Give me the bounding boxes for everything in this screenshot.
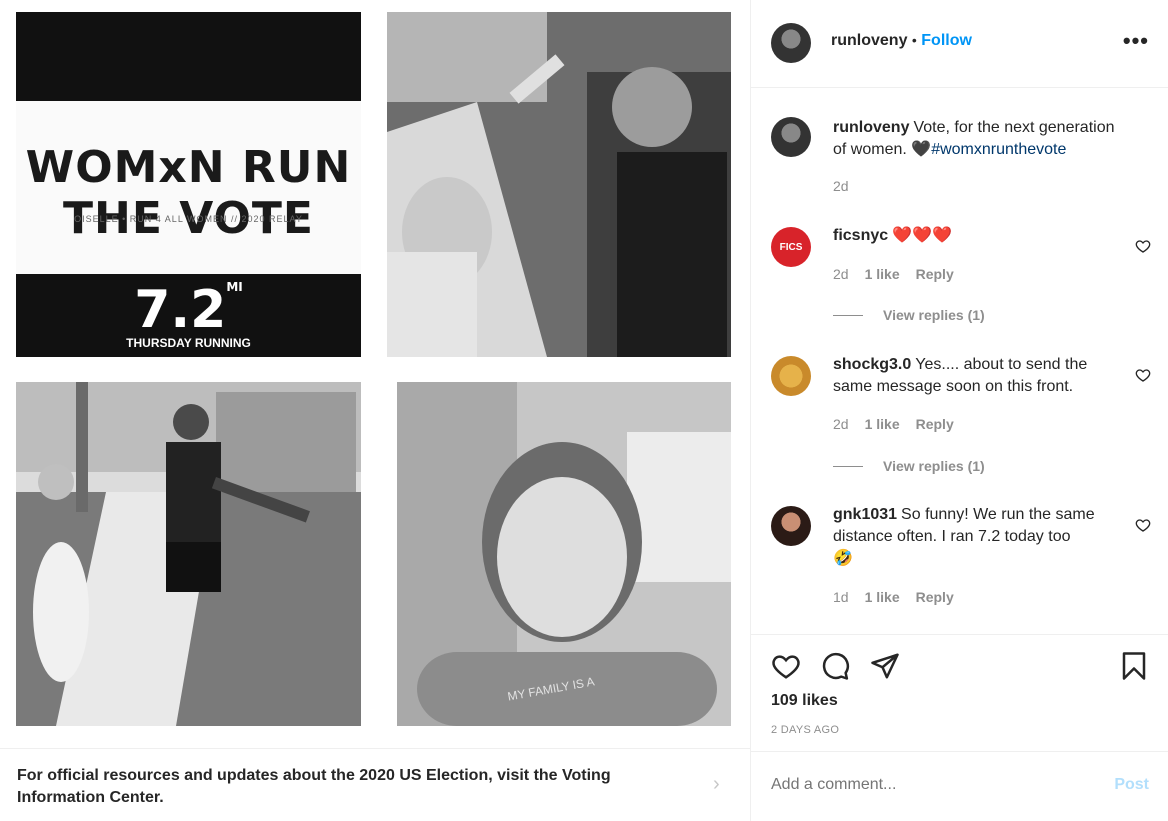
caption-username[interactable]: runloveny xyxy=(833,119,909,136)
bookmark-icon[interactable] xyxy=(1119,651,1149,681)
photo-man-drinking-image xyxy=(387,12,731,357)
comment-username[interactable]: shockg3.0 xyxy=(833,356,911,373)
photo-man-and-girl-image xyxy=(16,382,361,726)
comment-likes[interactable]: 1 like xyxy=(865,266,900,282)
share-icon[interactable] xyxy=(870,651,900,681)
author-avatar[interactable] xyxy=(771,23,811,63)
comment-text: ❤️❤️❤️ xyxy=(892,227,952,244)
comment-body: ficsnyc ❤️❤️❤️ xyxy=(833,225,1123,247)
post-media: WOMxN RUN THE VOTE OISELLE • RUN 4 ALL W… xyxy=(0,0,750,821)
caption-body: runloveny Vote, for the next generation o… xyxy=(833,117,1123,161)
photo-girl-smiling: MY FAMILY IS A xyxy=(397,382,731,726)
graphic-tile: WOMxN RUN THE VOTE OISELLE • RUN 4 ALL W… xyxy=(16,12,361,357)
comment-item: FICS ficsnyc ❤️❤️❤️ 2d 1 like Reply View re… xyxy=(771,225,1151,335)
comment-meta: 2d 1 like Reply xyxy=(833,416,954,432)
comment-icon[interactable] xyxy=(820,651,850,681)
comment-meta: 2d 1 like Reply xyxy=(833,266,954,282)
reply-line xyxy=(833,314,863,316)
post-sidebar: runloveny • Follow ••• runloveny Vote, fo… xyxy=(750,0,1168,821)
caption-time: 2d xyxy=(833,178,849,194)
comment-username[interactable]: ficsnyc xyxy=(833,227,888,244)
commenter-avatar[interactable]: FICS xyxy=(771,227,811,267)
heart-icon[interactable] xyxy=(1135,367,1151,383)
voting-info-banner[interactable]: For official resources and updates about… xyxy=(0,748,750,821)
follow-button[interactable]: Follow xyxy=(921,32,972,49)
comment-body: gnk1031 So funny! We run the same distanc… xyxy=(833,504,1123,570)
black-banner-top xyxy=(16,12,361,101)
more-options-icon[interactable]: ••• xyxy=(1123,28,1149,54)
comment-likes[interactable]: 1 like xyxy=(865,589,900,605)
voting-info-text[interactable]: For official resources and updates about… xyxy=(17,765,657,809)
distance-value: 7.2MI xyxy=(134,280,243,340)
comment-likes[interactable]: 1 like xyxy=(865,416,900,432)
avatar-logo-text: FICS xyxy=(779,241,803,253)
reply-line xyxy=(833,465,863,467)
comment-item: gnk1031 So funny! We run the same distanc… xyxy=(771,504,1151,614)
author-username[interactable]: runloveny xyxy=(831,32,907,49)
comment-item: shockg3.0 Yes.... about to send the same … xyxy=(771,354,1151,484)
reply-button[interactable]: Reply xyxy=(916,589,954,605)
post-actions: 109 likes 2 DAYS AGO xyxy=(751,634,1168,751)
separator-dot: • xyxy=(911,32,917,48)
view-replies-label[interactable]: View replies (1) xyxy=(883,458,985,474)
comment-time: 2d xyxy=(833,266,849,282)
post-comment-button[interactable]: Post xyxy=(1114,776,1149,794)
view-replies-button[interactable]: View replies (1) xyxy=(833,458,985,474)
heart-icon[interactable] xyxy=(1135,238,1151,254)
caption-hashtag[interactable]: #womxnrunthevote xyxy=(931,141,1066,158)
comment-time: 1d xyxy=(833,589,849,605)
comment-input[interactable] xyxy=(771,776,1071,794)
photo-man-and-girl xyxy=(16,382,361,726)
comment-time: 2d xyxy=(833,416,849,432)
reply-button[interactable]: Reply xyxy=(916,416,954,432)
heart-icon[interactable] xyxy=(771,651,801,681)
caption-avatar[interactable] xyxy=(771,117,811,157)
view-replies-label[interactable]: View replies (1) xyxy=(883,307,985,323)
post-header: runloveny • Follow ••• xyxy=(751,0,1168,88)
rofl-emoji: 🤣 xyxy=(833,550,853,567)
chevron-right-icon[interactable]: › xyxy=(713,773,720,796)
womxn-run-the-vote-logo: WOMxN RUN THE VOTE xyxy=(25,142,352,244)
like-count[interactable]: 109 likes xyxy=(771,692,838,710)
photo-man-drinking xyxy=(387,12,731,357)
photo-girl-smiling-image xyxy=(397,382,731,726)
view-replies-button[interactable]: View replies (1) xyxy=(833,307,985,323)
instagram-post: WOMxN RUN THE VOTE OISELLE • RUN 4 ALL W… xyxy=(0,0,1168,821)
logo-subtitle: OISELLE • RUN 4 ALL WOMEN // 2020 RELAY xyxy=(74,214,303,224)
author-line: runloveny • Follow xyxy=(831,32,972,50)
heart-icon[interactable] xyxy=(1135,517,1151,533)
comment-username[interactable]: gnk1031 xyxy=(833,506,897,523)
post-date: 2 DAYS AGO xyxy=(771,724,840,736)
caption: runloveny Vote, for the next generation o… xyxy=(771,117,1151,197)
reply-button[interactable]: Reply xyxy=(916,266,954,282)
commenter-avatar[interactable] xyxy=(771,506,811,546)
add-comment-bar: Post xyxy=(751,751,1168,821)
comment-body: shockg3.0 Yes.... about to send the same … xyxy=(833,354,1123,398)
comment-meta: 1d 1 like Reply xyxy=(833,589,954,605)
distance-subtitle: THURSDAY RUNNING xyxy=(126,336,251,350)
commenter-avatar[interactable] xyxy=(771,356,811,396)
